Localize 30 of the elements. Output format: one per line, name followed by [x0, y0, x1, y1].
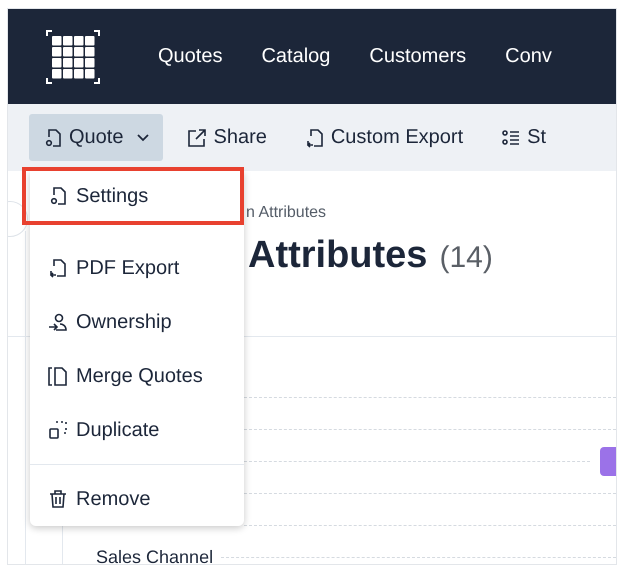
- menu-item[interactable]: PDF Export: [30, 241, 244, 295]
- toolbar-button[interactable]: Custom Export: [290, 114, 478, 161]
- menu-item[interactable]: Ownership: [30, 295, 244, 349]
- page-title: Attributes: [248, 234, 428, 277]
- breadcrumb[interactable]: n Attributes: [246, 204, 616, 222]
- list-icon: [501, 128, 522, 148]
- nav-link[interactable]: Conv: [505, 45, 552, 68]
- export-icon: [304, 128, 325, 148]
- menu-item[interactable]: Merge Quotes: [30, 349, 244, 403]
- nav-link[interactable]: Catalog: [261, 45, 330, 68]
- nav-link[interactable]: Quotes: [158, 45, 222, 68]
- export-icon: [48, 258, 68, 278]
- attribute-name[interactable]: Sales Channel: [96, 547, 214, 564]
- toolbar-button[interactable]: Share: [173, 114, 281, 161]
- nav-link[interactable]: Customers: [369, 45, 466, 68]
- menu-item[interactable]: Settings: [22, 167, 244, 225]
- duplicate-icon: [48, 420, 68, 440]
- person-icon: [48, 312, 68, 332]
- document-icon: [43, 128, 63, 148]
- menu-item[interactable]: Remove: [30, 472, 244, 526]
- share-icon: [187, 128, 208, 148]
- toolbar-button[interactable]: St: [487, 114, 560, 161]
- menu-item[interactable]: Duplicate: [30, 403, 244, 457]
- attribute-count: (14): [439, 241, 493, 275]
- grid-logo-icon: [46, 30, 100, 84]
- document-icon: [48, 186, 68, 206]
- trash-icon: [48, 489, 68, 509]
- merge-icon: [48, 366, 68, 386]
- caret-icon: [137, 134, 150, 142]
- quote-dropdown-button[interactable]: Quote: [29, 114, 164, 161]
